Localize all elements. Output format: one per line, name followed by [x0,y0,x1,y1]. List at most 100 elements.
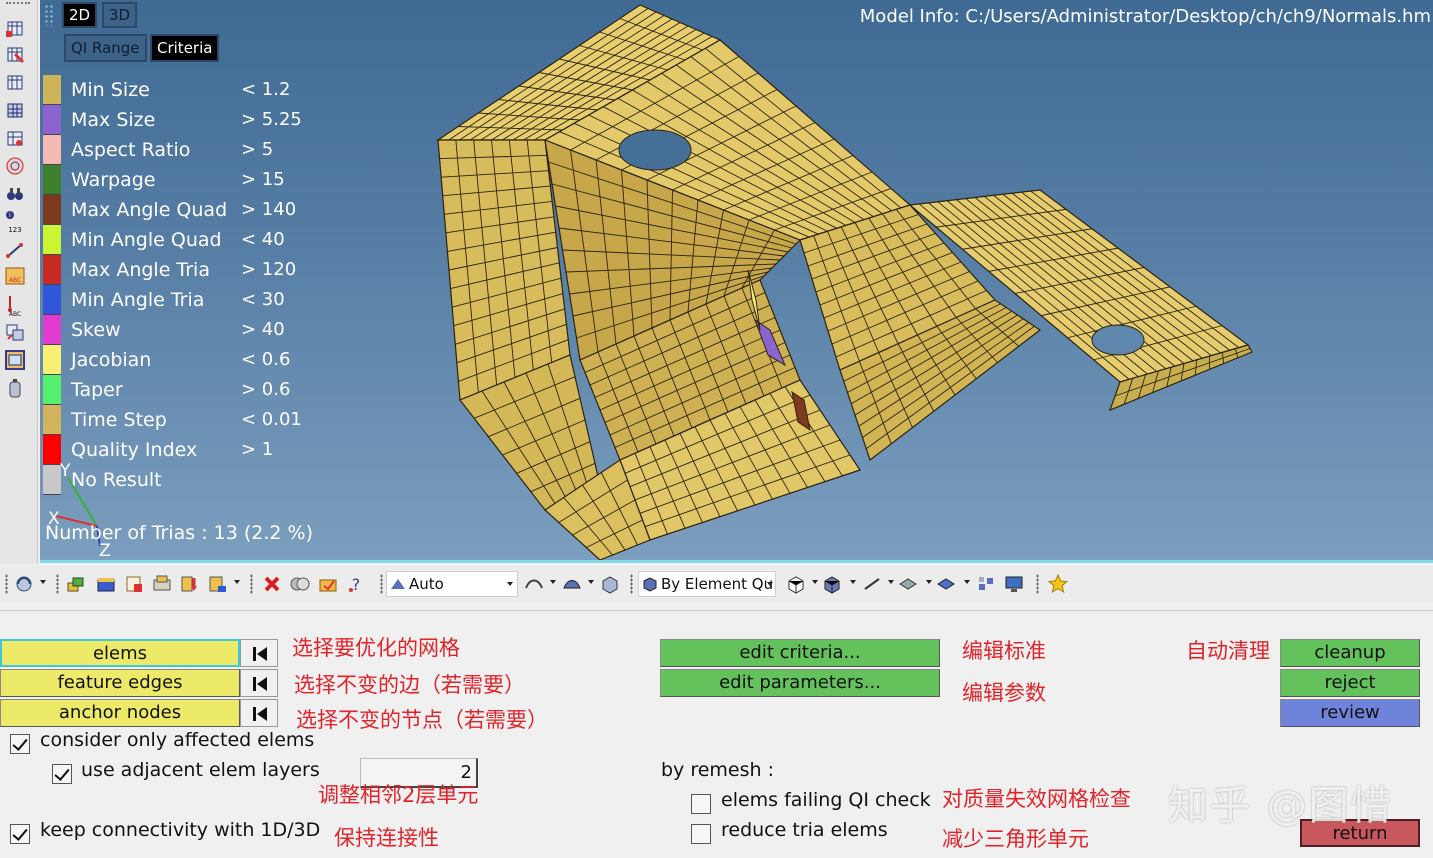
reject-button[interactable]: reject [1280,669,1420,697]
anchor-nodes-reset-button[interactable] [240,699,278,727]
mesh-grid-icon[interactable] [5,100,25,120]
solid-icon[interactable] [600,574,620,594]
shaded-dropdown[interactable] [588,580,594,584]
legend-swatch[interactable] [43,195,61,225]
legend-swatch[interactable] [43,285,61,315]
elems-failing-qi-checkbox[interactable] [691,794,711,814]
reduce-tria-checkbox[interactable] [691,824,711,844]
feature-edges-reset-button[interactable] [240,669,278,697]
adjacent-layers-checkbox[interactable] [52,764,72,784]
folder-icon[interactable] [318,574,338,594]
edit-parameters-button[interactable]: edit parameters... [660,669,940,697]
elems-selector-button[interactable]: elems [0,639,240,667]
surface-dropdown[interactable] [964,580,970,584]
distance-icon[interactable] [5,240,25,260]
rotate-icon[interactable] [14,574,34,594]
edit-criteria-button[interactable]: edit criteria... [660,639,940,667]
display-icon[interactable] [5,128,25,148]
review-button[interactable]: review [1280,699,1420,727]
rotate-dropdown[interactable] [40,580,46,584]
shading-dropdown[interactable] [850,580,856,584]
line-dropdown[interactable] [888,580,894,584]
legend-swatch[interactable] [43,75,61,105]
legend-row: Jacobian < 0.6 [43,345,313,375]
legend-swatch[interactable] [43,135,61,165]
toolbar-grip[interactable] [380,574,383,594]
anchor-nodes-selector-button[interactable]: anchor nodes [0,699,240,727]
keep-connectivity-checkbox[interactable] [10,824,30,844]
components-icon[interactable] [66,574,86,594]
line-icon[interactable] [862,574,882,594]
properties-icon[interactable] [96,574,116,594]
legend-label: Min Angle Tria [71,289,205,311]
feature-edges-selector-button[interactable]: feature edges [0,669,240,697]
legend-value: < 40 [241,229,285,250]
plane-icon[interactable] [898,574,918,594]
plane-dropdown[interactable] [926,580,932,584]
svg-text:?: ? [352,575,361,594]
loadcols-icon[interactable] [152,574,172,594]
tab-qi-range[interactable]: QI Range [64,34,147,62]
material-icon[interactable] [124,574,144,594]
legend-swatch[interactable] [43,225,61,255]
elems-failing-qi-label: elems failing QI check [721,789,931,811]
elems-reset-button[interactable] [240,639,278,667]
shaded-cube-icon[interactable] [822,574,842,594]
legend-swatch[interactable] [43,105,61,135]
surface-icon[interactable] [936,574,956,594]
find-icon[interactable] [5,72,25,92]
view-3d-button[interactable]: 3D [102,2,138,28]
organize-icon[interactable] [290,574,310,594]
wireframe-cube-icon[interactable] [786,574,806,594]
toolbar-grip[interactable] [250,574,253,594]
transform-icon[interactable] [5,322,25,342]
load-steps-icon[interactable] [180,574,200,594]
delete-icon[interactable] [262,574,282,594]
geometry-dropdown[interactable] [550,580,556,584]
view-2d-button[interactable]: 2D [62,2,98,28]
toolbar-grip[interactable] [5,574,8,594]
toolbar-grip[interactable] [56,574,59,594]
numbers-icon[interactable]: i123 [5,210,25,234]
consider-affected-checkbox[interactable] [10,734,30,754]
legend-label: Max Angle Tria [71,259,210,281]
toolbar-grip[interactable] [1036,574,1039,594]
color-by-combo[interactable]: By Element Qu [638,571,776,597]
graphics-viewport[interactable]: 2D 3D QI Range Criteria Model Info: C:/U… [40,0,1433,563]
legend-swatch[interactable] [43,375,61,405]
element-quality-icon[interactable] [5,350,25,370]
tags-icon[interactable]: ABC [5,266,25,286]
connectors-icon[interactable] [976,574,996,594]
unmask-icon[interactable] [5,44,25,64]
legend-value: < 0.01 [241,409,302,430]
output-dropdown[interactable] [234,580,240,584]
output-blocks-icon[interactable] [208,574,228,594]
legend-swatch[interactable] [43,405,61,435]
geometry-wire-icon[interactable] [524,574,544,594]
toolbar-grip[interactable] [630,574,633,594]
mask-icon[interactable] [5,18,25,38]
legend-swatch[interactable] [43,345,61,375]
notes-icon[interactable]: ABC [5,294,25,318]
star-icon[interactable] [1048,574,1068,594]
tab-criteria[interactable]: Criteria [150,34,220,62]
main-toolbar: ? Auto By Element Qu [0,566,1433,602]
target-icon[interactable] [5,156,25,176]
svg-text:ABC: ABC [9,277,21,284]
reset-arrow-icon [253,647,267,661]
legend-swatch[interactable] [43,165,61,195]
geometry-shaded-icon[interactable] [562,574,582,594]
view-panel-grip[interactable] [44,4,54,26]
nodes-help-icon[interactable]: ? [346,574,366,594]
cleanup-button[interactable]: cleanup [1280,639,1420,667]
visualization-combo[interactable]: Auto [386,571,518,597]
monitor-icon[interactable] [1004,574,1024,594]
elements-dropdown[interactable] [812,580,818,584]
battery-icon[interactable] [5,378,25,398]
toolbar-grip[interactable] [6,2,30,6]
reduce-tria-label: reduce tria elems [721,819,888,841]
binoculars-icon[interactable] [5,184,25,204]
legend-swatch[interactable] [43,315,61,345]
legend-row: Warpage > 15 [43,165,313,195]
legend-swatch[interactable] [43,255,61,285]
